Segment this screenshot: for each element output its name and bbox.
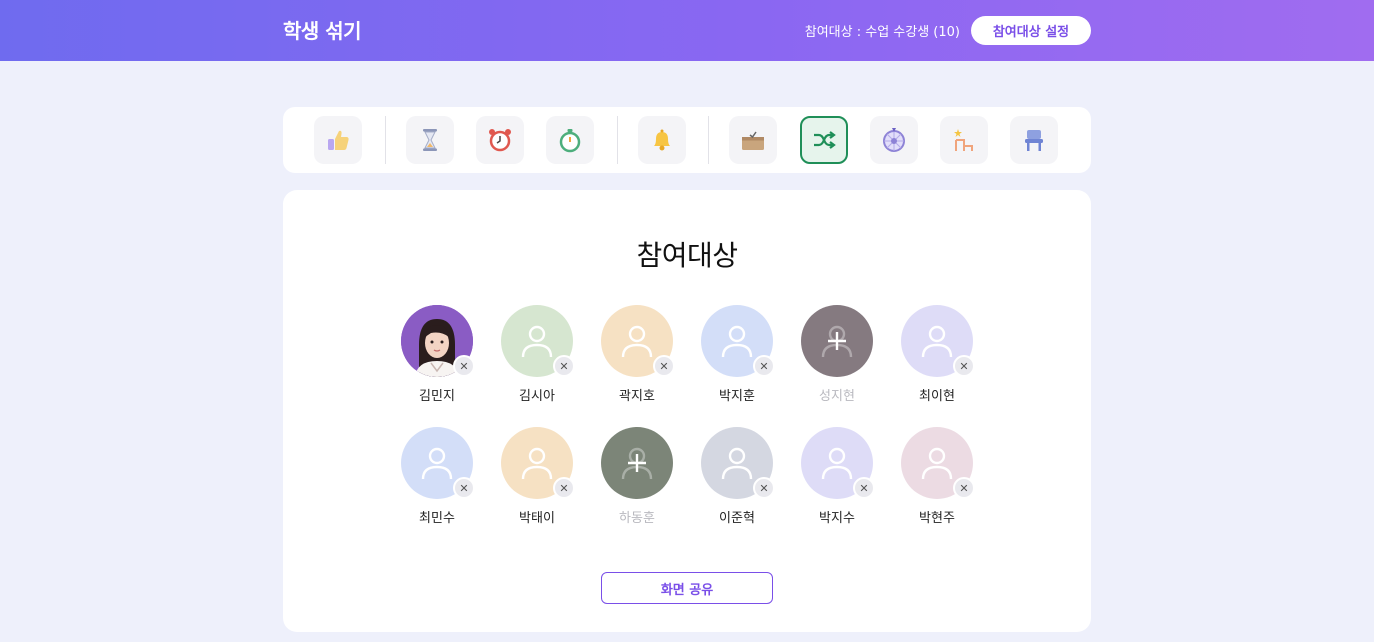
roulette-icon — [883, 128, 905, 152]
seat-layout-icon — [954, 129, 973, 151]
remove-student-button[interactable]: ✕ — [653, 355, 675, 377]
remove-student-button[interactable]: ✕ — [753, 477, 775, 499]
tool-chair[interactable] — [1010, 116, 1058, 164]
person-icon — [921, 325, 953, 358]
tool-box[interactable] — [729, 116, 777, 164]
box-icon — [742, 131, 764, 150]
student-card[interactable]: ✕ 박현주 — [887, 427, 987, 537]
student-name: 하동훈 — [619, 511, 655, 526]
tool-alarm-clock[interactable] — [476, 116, 524, 164]
close-icon: ✕ — [459, 481, 469, 495]
participants-summary: 참여대상 : 수업 수강생 (10) — [804, 25, 960, 40]
tool-bar — [283, 107, 1091, 173]
student-name: 박현주 — [919, 511, 955, 526]
close-icon: ✕ — [559, 359, 569, 373]
tool-stopwatch[interactable] — [546, 116, 594, 164]
participant-settings-button[interactable]: 참여대상 설정 — [971, 16, 1091, 45]
share-screen-button[interactable]: 화면 공유 — [601, 572, 773, 604]
student-card[interactable]: 하동훈 — [587, 427, 687, 537]
close-icon: ✕ — [959, 481, 969, 495]
remove-student-button[interactable]: ✕ — [753, 355, 775, 377]
student-card[interactable]: ✕ 최이현 — [887, 305, 987, 415]
student-name: 김민지 — [419, 389, 455, 404]
person-icon — [721, 447, 753, 480]
student-card[interactable]: ✕ 최민수 — [387, 427, 487, 537]
tool-shuffle[interactable] — [800, 116, 848, 164]
student-card[interactable]: 성지현 — [787, 305, 887, 415]
bell-icon — [654, 129, 670, 151]
student-card[interactable]: ✕ 박지수 — [787, 427, 887, 537]
close-icon: ✕ — [459, 359, 469, 373]
student-name: 최민수 — [419, 511, 455, 526]
add-icon — [821, 325, 853, 358]
person-icon — [521, 447, 553, 480]
remove-student-button[interactable]: ✕ — [953, 477, 975, 499]
remove-student-button[interactable]: ✕ — [953, 355, 975, 377]
thumbs-up-icon — [328, 130, 349, 150]
person-icon — [821, 447, 853, 480]
tool-bell[interactable] — [638, 116, 686, 164]
participants-panel: 참여대상 ✕ 김민지 ✕ 김시아 ✕ 곽지호 ✕ 박지훈 성지현 ✕ 최이현 ✕ 최민수 ✕ 박태이 하동훈 ✕… — [283, 190, 1091, 632]
student-name: 박지수 — [819, 511, 855, 526]
tool-thumbs-up[interactable] — [314, 116, 362, 164]
close-icon: ✕ — [759, 359, 769, 373]
student-name: 박태이 — [519, 511, 555, 526]
hourglass-icon — [423, 129, 437, 151]
app-title: 학생 섞기 — [283, 19, 362, 43]
shuffle-icon — [814, 131, 836, 149]
add-icon — [621, 447, 653, 480]
chair-icon — [1025, 130, 1043, 151]
tool-hourglass[interactable] — [406, 116, 454, 164]
app-header: 학생 섞기 참여대상 : 수업 수강생 (10) 참여대상 설정 — [0, 0, 1374, 61]
student-card[interactable]: ✕ 김민지 — [387, 305, 487, 415]
toolbar-divider — [708, 116, 709, 164]
student-name: 곽지호 — [619, 389, 655, 404]
student-name: 성지현 — [819, 389, 855, 404]
close-icon: ✕ — [659, 359, 669, 373]
stopwatch-icon — [559, 129, 581, 153]
student-name: 박지훈 — [719, 389, 755, 404]
remove-student-button[interactable]: ✕ — [853, 477, 875, 499]
person-icon — [721, 325, 753, 358]
toolbar-divider — [385, 116, 386, 164]
student-avatar[interactable] — [801, 305, 873, 377]
close-icon: ✕ — [859, 481, 869, 495]
close-icon: ✕ — [959, 359, 969, 373]
remove-student-button[interactable]: ✕ — [553, 355, 575, 377]
student-avatar[interactable] — [601, 427, 673, 499]
close-icon: ✕ — [759, 481, 769, 495]
close-icon: ✕ — [559, 481, 569, 495]
tool-seat-layout[interactable] — [940, 116, 988, 164]
person-icon — [621, 325, 653, 358]
remove-student-button[interactable]: ✕ — [453, 355, 475, 377]
student-card[interactable]: ✕ 박태이 — [487, 427, 587, 537]
student-name: 최이현 — [919, 389, 955, 404]
tool-roulette[interactable] — [870, 116, 918, 164]
alarm-clock-icon — [489, 129, 511, 152]
panel-title: 참여대상 — [636, 239, 738, 272]
person-icon — [421, 447, 453, 480]
student-card[interactable]: ✕ 박지훈 — [687, 305, 787, 415]
student-name: 이준혁 — [719, 511, 755, 526]
student-card[interactable]: ✕ 김시아 — [487, 305, 587, 415]
person-icon — [521, 325, 553, 358]
student-card[interactable]: ✕ 이준혁 — [687, 427, 787, 537]
student-card[interactable]: ✕ 곽지호 — [587, 305, 687, 415]
remove-student-button[interactable]: ✕ — [453, 477, 475, 499]
student-name: 김시아 — [519, 389, 555, 404]
person-icon — [921, 447, 953, 480]
toolbar-divider — [617, 116, 618, 164]
remove-student-button[interactable]: ✕ — [553, 477, 575, 499]
